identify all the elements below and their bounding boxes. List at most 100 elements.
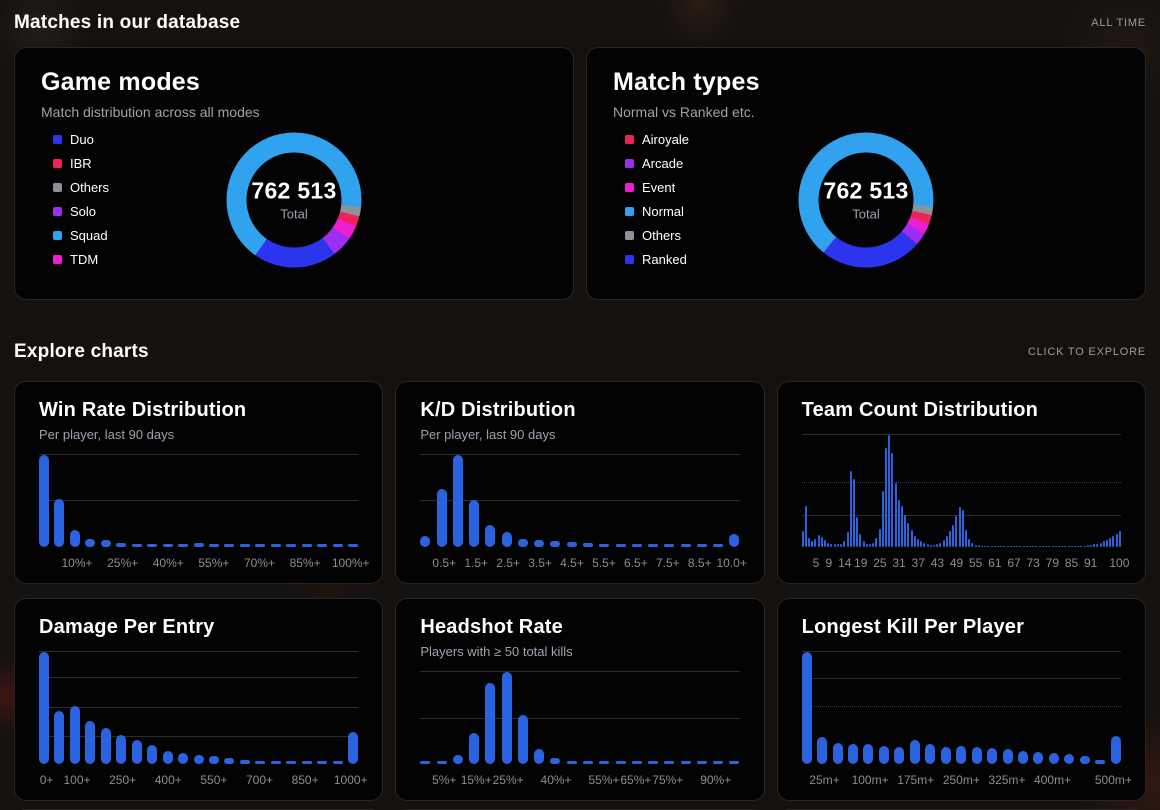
bar bbox=[1064, 754, 1074, 764]
match-types-donut-chart: 762 513 Total bbox=[799, 132, 934, 267]
bar bbox=[469, 733, 479, 764]
legend-label: Duo bbox=[70, 132, 94, 147]
game-modes-card[interactable]: Game modes Match distribution across all… bbox=[14, 47, 574, 300]
bar bbox=[904, 515, 906, 547]
team-count-card[interactable]: Team Count Distribution 5914192531374349… bbox=[777, 381, 1146, 584]
bar bbox=[856, 517, 858, 547]
bar bbox=[348, 732, 358, 764]
kd-bar-chart bbox=[420, 455, 739, 547]
bar bbox=[116, 735, 126, 764]
bar bbox=[518, 539, 528, 547]
legend-label: Solo bbox=[70, 204, 96, 219]
kd-card[interactable]: K/D Distribution Per player, last 90 day… bbox=[395, 381, 764, 584]
legend-item[interactable]: Squad bbox=[53, 228, 109, 243]
x-axis-tick-label: 100%+ bbox=[332, 556, 370, 570]
x-axis-tick-label: 55%+ bbox=[588, 773, 619, 787]
x-axis-tick-label: 850+ bbox=[292, 773, 319, 787]
legend-label: Normal bbox=[642, 204, 684, 219]
bar bbox=[962, 510, 964, 547]
legend-swatch-icon bbox=[625, 255, 634, 264]
bars bbox=[802, 652, 1121, 764]
x-axis-tick-label: 100+ bbox=[63, 773, 90, 787]
x-axis-tick-label: 75%+ bbox=[652, 773, 683, 787]
bar bbox=[1018, 751, 1028, 764]
bar bbox=[959, 507, 961, 547]
bar bbox=[824, 540, 826, 547]
x-axis-tick-label: 100m+ bbox=[852, 773, 889, 787]
game-modes-donut-chart: 762 513 Total bbox=[227, 132, 362, 267]
longest-kill-bar-chart bbox=[802, 652, 1121, 764]
legend-item[interactable]: Arcade bbox=[625, 156, 689, 171]
match-types-card[interactable]: Match types Normal vs Ranked etc. Airoya… bbox=[586, 47, 1146, 300]
bar bbox=[1119, 531, 1121, 547]
x-axis-tick-label: 175m+ bbox=[897, 773, 934, 787]
bar bbox=[956, 746, 966, 764]
legend-item[interactable]: Airoyale bbox=[625, 132, 689, 147]
bars bbox=[802, 435, 1121, 547]
match-types-legend: Airoyale Arcade Event Normal Others Ranked bbox=[625, 132, 689, 267]
x-axis-tick-label: 19 bbox=[854, 556, 867, 570]
bar bbox=[943, 540, 945, 547]
bar bbox=[898, 500, 900, 547]
x-axis-tick-label: 100 bbox=[1109, 556, 1129, 570]
legend-item[interactable]: Normal bbox=[625, 204, 689, 219]
bar bbox=[729, 534, 739, 547]
x-axis-tick-label: 2.5+ bbox=[496, 556, 520, 570]
x-axis-tick-label: 3.5+ bbox=[528, 556, 552, 570]
legend-label: Squad bbox=[70, 228, 108, 243]
bar bbox=[955, 516, 957, 547]
x-axis-ticks: 10%+25%+40%+55%+70%+85%+100%+ bbox=[39, 547, 358, 571]
x-axis-tick-label: 85%+ bbox=[290, 556, 321, 570]
legend-label: IBR bbox=[70, 156, 92, 171]
total-matches-value: 762 513 bbox=[251, 178, 336, 205]
bar bbox=[833, 743, 843, 764]
legend-item[interactable]: IBR bbox=[53, 156, 109, 171]
legend-item[interactable]: Ranked bbox=[625, 252, 689, 267]
legend-item[interactable]: Others bbox=[53, 180, 109, 195]
bar bbox=[469, 500, 479, 547]
legend-label: Event bbox=[642, 180, 675, 195]
x-axis-tick-label: 70%+ bbox=[244, 556, 275, 570]
bar bbox=[1109, 538, 1111, 547]
total-label: Total bbox=[280, 207, 307, 222]
card-title: Win Rate Distribution bbox=[39, 399, 358, 422]
win-rate-card[interactable]: Win Rate Distribution Per player, last 9… bbox=[14, 381, 383, 584]
all-time-badge: ALL TIME bbox=[1091, 17, 1146, 29]
x-axis-tick-label: 5.5+ bbox=[592, 556, 616, 570]
bar bbox=[502, 672, 512, 764]
x-axis-tick-label: 9 bbox=[825, 556, 832, 570]
legend-label: Others bbox=[70, 180, 109, 195]
bar bbox=[847, 532, 849, 547]
legend-item[interactable]: Event bbox=[625, 180, 689, 195]
x-axis-tick-label: 25 bbox=[873, 556, 886, 570]
legend-item[interactable]: Solo bbox=[53, 204, 109, 219]
win-rate-bar-chart bbox=[39, 455, 358, 547]
legend-swatch-icon bbox=[625, 159, 634, 168]
bar bbox=[972, 747, 982, 764]
damage-per-entry-card[interactable]: Damage Per Entry 0+100+250+400+550+700+8… bbox=[14, 598, 383, 801]
bar bbox=[817, 737, 827, 764]
bar bbox=[895, 483, 897, 547]
bar bbox=[534, 540, 544, 547]
legend-item[interactable]: Duo bbox=[53, 132, 109, 147]
card-title: Game modes bbox=[41, 68, 547, 97]
legend-item[interactable]: Others bbox=[625, 228, 689, 243]
bar bbox=[101, 728, 111, 764]
headshot-rate-card[interactable]: Headshot Rate Players with ≥ 50 total ki… bbox=[395, 598, 764, 801]
bar bbox=[879, 746, 889, 764]
x-axis-tick-label: 40%+ bbox=[153, 556, 184, 570]
bar bbox=[420, 536, 430, 547]
bar bbox=[888, 435, 890, 547]
x-axis-tick-label: 25%+ bbox=[493, 773, 524, 787]
longest-kill-card[interactable]: Longest Kill Per Player 25m+100m+175m+25… bbox=[777, 598, 1146, 801]
legend-item[interactable]: TDM bbox=[53, 252, 109, 267]
bar bbox=[178, 753, 188, 764]
card-title: Headshot Rate bbox=[420, 616, 739, 639]
bars bbox=[39, 652, 358, 764]
x-axis-tick-label: 65%+ bbox=[620, 773, 651, 787]
bar bbox=[453, 755, 463, 764]
card-title: Team Count Distribution bbox=[802, 399, 1121, 422]
bar bbox=[911, 530, 913, 547]
bar bbox=[853, 479, 855, 547]
bar bbox=[952, 525, 954, 547]
